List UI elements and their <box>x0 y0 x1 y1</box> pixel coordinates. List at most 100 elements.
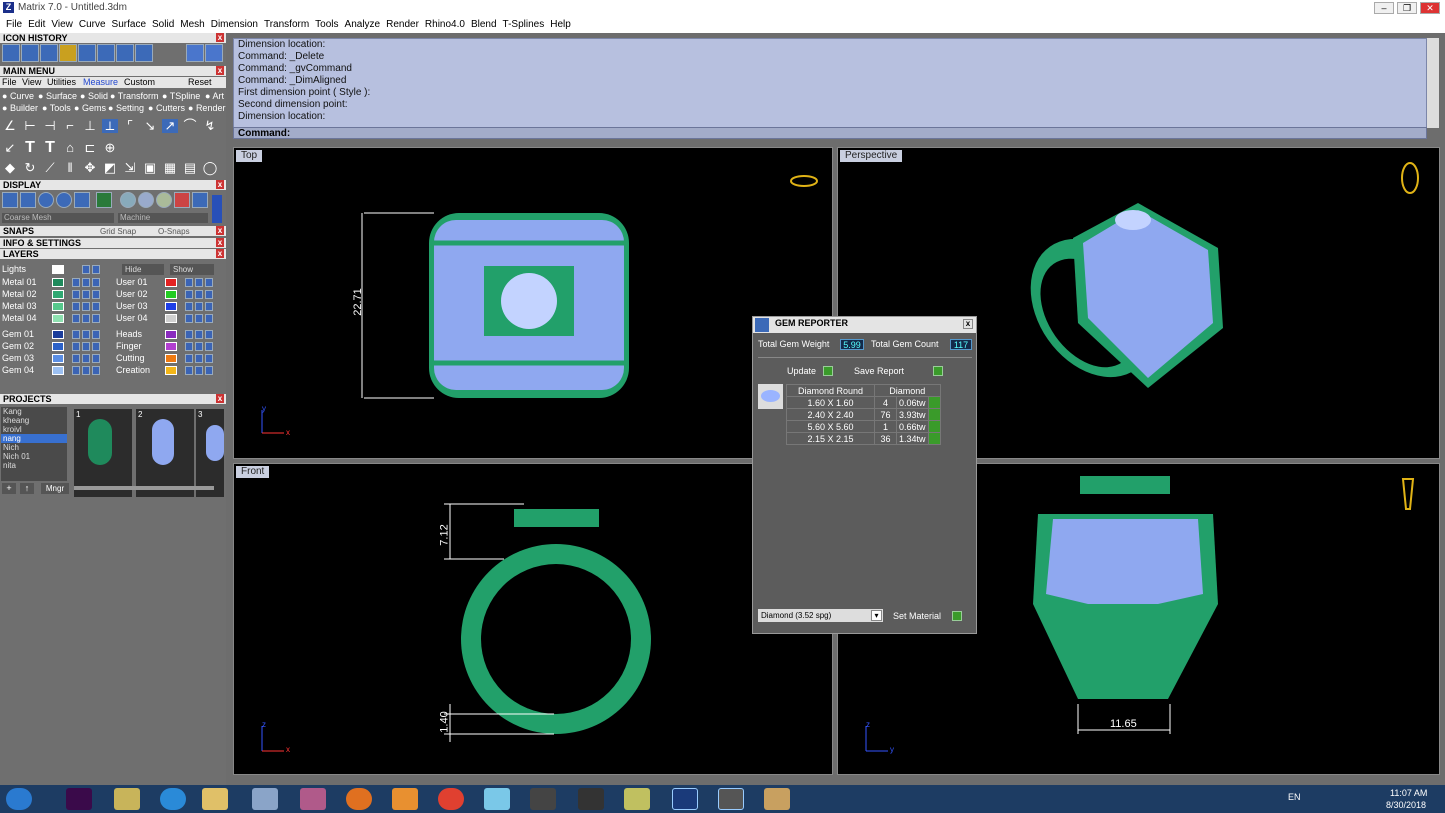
tool-icon[interactable]: ⊕ <box>102 141 118 155</box>
display-icon[interactable] <box>96 192 112 208</box>
lock-icon[interactable] <box>72 290 80 299</box>
palette-icon[interactable] <box>764 788 790 810</box>
menu-render[interactable]: Render <box>383 16 422 33</box>
lock-icon[interactable] <box>185 342 193 351</box>
arrow-right-icon[interactable] <box>205 44 223 62</box>
clock-date[interactable]: 8/30/2018 <box>1386 800 1426 810</box>
menu-file[interactable]: File <box>3 16 25 33</box>
dimension-tool-icon[interactable]: ⊥ <box>82 119 98 133</box>
lights-swatch[interactable] <box>52 265 64 274</box>
pen-tool-icon[interactable] <box>530 788 556 810</box>
tab-custom[interactable]: Custom <box>124 77 155 88</box>
history-tool-icon[interactable] <box>40 44 58 62</box>
internet-explorer-icon[interactable] <box>160 788 186 810</box>
layer-color-swatch[interactable] <box>52 330 64 339</box>
dimension-tool-icon[interactable]: ⌒ <box>182 119 198 133</box>
list-item[interactable]: Nich <box>1 443 67 452</box>
layer-toggle[interactable] <box>92 290 100 299</box>
wireframe-icon[interactable] <box>2 192 18 208</box>
history-tool-icon[interactable] <box>135 44 153 62</box>
layer-toggle[interactable] <box>92 278 100 287</box>
visibility-toggle[interactable] <box>195 278 203 287</box>
tool-icon[interactable]: ◆ <box>2 161 18 175</box>
lock-icon[interactable] <box>72 278 80 287</box>
media-player-icon[interactable] <box>392 788 418 810</box>
menu-help[interactable]: Help <box>547 16 574 33</box>
chrome-icon[interactable] <box>438 788 464 810</box>
close-icon[interactable]: x <box>216 180 224 189</box>
dialog-title-bar[interactable]: GEM REPORTER x <box>753 317 976 333</box>
visibility-toggle[interactable] <box>195 314 203 323</box>
visibility-toggle[interactable] <box>82 302 90 311</box>
history-scrollbar[interactable] <box>1427 38 1439 128</box>
aligned-dimension-icon[interactable]: ⟂ <box>102 119 118 133</box>
projects-header[interactable]: PROJECTS x <box>0 394 226 404</box>
category-art[interactable]: Art <box>212 91 224 101</box>
grid-snap-toggle[interactable]: Grid Snap <box>100 227 136 236</box>
list-item-selected[interactable]: nang <box>1 434 67 443</box>
table-row[interactable]: 5.60 X 5.60 1 0.66tw <box>786 420 941 433</box>
lock-icon[interactable] <box>72 330 80 339</box>
category-cutters[interactable]: Cutters <box>156 103 185 113</box>
history-tool-icon[interactable] <box>116 44 134 62</box>
layer-color-swatch[interactable] <box>165 342 177 351</box>
tool-icon[interactable]: ⊏ <box>82 141 98 155</box>
lights-toggle[interactable] <box>92 265 100 274</box>
menu-mesh[interactable]: Mesh <box>177 16 207 33</box>
dimension-tool-icon[interactable]: ⌜ <box>122 119 138 133</box>
text-tool-icon[interactable]: T <box>42 140 58 156</box>
layer-color-swatch[interactable] <box>52 342 64 351</box>
windows-start-icon[interactable] <box>6 788 32 810</box>
tool-icon[interactable]: ↻ <box>22 161 38 175</box>
category-builder[interactable]: Builder <box>10 103 38 113</box>
lock-icon[interactable] <box>72 314 80 323</box>
close-icon[interactable]: x <box>216 249 224 258</box>
layer-color-swatch[interactable] <box>52 290 64 299</box>
dimension-tool-icon[interactable]: ⌐ <box>62 119 78 133</box>
display-slider[interactable] <box>212 195 222 223</box>
update-button[interactable]: Update <box>787 365 816 377</box>
arrow-left-icon[interactable] <box>186 44 204 62</box>
category-surface[interactable]: Surface <box>46 91 77 101</box>
sticky-icon[interactable] <box>624 788 650 810</box>
play-icon[interactable] <box>927 420 941 433</box>
visibility-toggle[interactable] <box>82 314 90 323</box>
layer-toggle[interactable] <box>205 278 213 287</box>
close-icon[interactable]: x <box>963 319 973 329</box>
category-tools[interactable]: Tools <box>50 103 71 113</box>
calculator-icon[interactable] <box>252 788 278 810</box>
layer-color-swatch[interactable] <box>165 366 177 375</box>
o-snaps-toggle[interactable]: O-Snaps <box>158 227 190 236</box>
close-icon[interactable]: x <box>216 226 224 235</box>
up-button[interactable]: ↑ <box>20 483 34 494</box>
visibility-toggle[interactable] <box>82 354 90 363</box>
paint-tool-icon[interactable] <box>300 788 326 810</box>
layer-color-swatch[interactable] <box>165 314 177 323</box>
notes-icon[interactable] <box>484 788 510 810</box>
leader-tool-icon[interactable]: ↙ <box>2 141 18 155</box>
lights-toggle[interactable] <box>82 265 90 274</box>
dimension-tool-icon[interactable]: ↗ <box>162 119 178 133</box>
layer-toggle[interactable] <box>205 302 213 311</box>
list-item[interactable]: Kang <box>1 407 67 416</box>
lock-icon[interactable] <box>72 302 80 311</box>
layer-color-swatch[interactable] <box>52 366 64 375</box>
restore-icon[interactable]: ❐ <box>1397 2 1417 14</box>
save-report-button[interactable]: Save Report <box>854 365 904 377</box>
project-thumbnail[interactable]: 3 <box>196 409 224 497</box>
text-tool-icon[interactable]: T <box>22 140 38 156</box>
mesh-select[interactable]: Coarse Mesh <box>2 213 114 223</box>
layer-toggle[interactable] <box>205 290 213 299</box>
layer-toggle[interactable] <box>92 342 100 351</box>
layer-toggle[interactable] <box>92 354 100 363</box>
tab-reset[interactable]: Reset <box>188 77 212 88</box>
play-icon[interactable] <box>952 611 962 621</box>
visibility-toggle[interactable] <box>82 278 90 287</box>
dimension-tool-icon[interactable]: ⊢ <box>22 119 38 133</box>
close-icon[interactable]: x <box>216 66 224 75</box>
icon-history-header[interactable]: ICON HISTORY x <box>0 33 226 43</box>
play-icon[interactable] <box>823 366 833 376</box>
visibility-toggle[interactable] <box>195 290 203 299</box>
layers-header[interactable]: LAYERS x <box>0 249 226 259</box>
lock-icon[interactable] <box>72 354 80 363</box>
